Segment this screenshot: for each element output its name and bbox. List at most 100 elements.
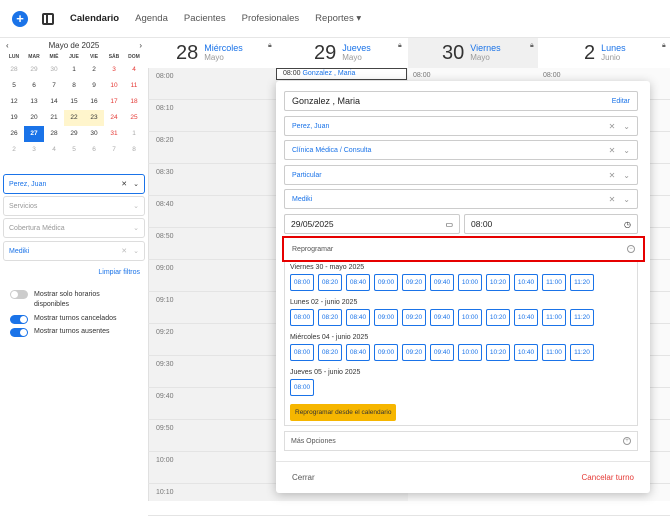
time-slot-button[interactable]: 08:20 <box>318 344 342 361</box>
lock-icon[interactable]: 🔒︎ <box>268 42 272 50</box>
professional-filter[interactable]: Perez, Juan ✕ ⌄ <box>3 174 145 194</box>
time-slot-button[interactable]: 08:00 <box>290 274 314 291</box>
calendar-day[interactable]: 29 <box>24 62 44 78</box>
calendar-day[interactable]: 2 <box>4 142 24 158</box>
reprogram-section-header[interactable]: Reprogramar − <box>282 236 645 262</box>
calendar-day[interactable]: 28 <box>44 126 64 142</box>
calendar-day[interactable]: 23 <box>84 110 104 126</box>
time-input[interactable]: 08:00 ◷ <box>464 214 638 234</box>
time-slot-button[interactable]: 10:00 <box>458 309 482 326</box>
calendar-day[interactable]: 1 <box>64 62 84 78</box>
lock-icon[interactable]: 🔒︎ <box>530 42 534 50</box>
time-slot-button[interactable]: 11:00 <box>542 309 566 326</box>
collapse-icon[interactable]: − <box>627 245 635 253</box>
time-slot-button[interactable]: 10:00 <box>458 274 482 291</box>
calendar-day[interactable]: 15 <box>64 94 84 110</box>
calendar-day[interactable]: 9 <box>84 78 104 94</box>
more-options-section[interactable]: Más Opciones + <box>284 431 638 451</box>
time-slot-button[interactable]: 09:00 <box>374 274 398 291</box>
time-slot-button[interactable]: 11:20 <box>570 309 594 326</box>
time-slot-button[interactable]: 10:40 <box>514 344 538 361</box>
calendar-day[interactable]: 24 <box>104 110 124 126</box>
calendar-day[interactable]: 8 <box>64 78 84 94</box>
nav-reportes[interactable]: Reportes ▾ <box>315 13 361 24</box>
time-slot-button[interactable]: 08:00 <box>290 344 314 361</box>
time-slot-button[interactable]: 09:40 <box>430 274 454 291</box>
calendar-day[interactable]: 27 <box>24 126 44 142</box>
time-slot-button[interactable]: 09:40 <box>430 309 454 326</box>
clear-icon[interactable]: ✕ <box>609 122 616 131</box>
calendar-day[interactable]: 21 <box>44 110 64 126</box>
calendar-day[interactable]: 8 <box>124 142 144 158</box>
calendar-day[interactable]: 2 <box>84 62 104 78</box>
clear-filters-link[interactable]: Limpiar filtros <box>98 269 140 276</box>
toggle-available-only[interactable]: Mostrar solo horarios disponibles <box>10 290 130 310</box>
reprogram-from-calendar-button[interactable]: Reprogramar desde el calendario <box>290 404 397 421</box>
time-slot-button[interactable]: 09:40 <box>430 344 454 361</box>
calendar-day[interactable]: 1 <box>124 126 144 142</box>
calendar-day[interactable]: 6 <box>24 78 44 94</box>
close-button[interactable]: Cerrar <box>292 473 315 482</box>
plan-select[interactable]: Mediki ✕ ⌄ <box>284 189 638 209</box>
calendar-day[interactable]: 5 <box>64 142 84 158</box>
calendar-day[interactable]: 31 <box>104 126 124 142</box>
calendar-day[interactable]: 3 <box>104 62 124 78</box>
calendar-day[interactable]: 22 <box>64 110 84 126</box>
day-header-30[interactable]: 30 Viernes Mayo 🔒︎ <box>408 38 538 68</box>
cancel-appointment-button[interactable]: Cancelar turno <box>582 473 634 482</box>
lock-icon[interactable]: 🔒︎ <box>662 42 666 50</box>
type-select[interactable]: Particular ✕ ⌄ <box>284 165 638 185</box>
calendar-day[interactable]: 30 <box>84 126 104 142</box>
calendar-day[interactable]: 25 <box>124 110 144 126</box>
time-slot-button[interactable]: 08:40 <box>346 344 370 361</box>
day-header-28[interactable]: 28 Miércoles Mayo 🔒︎ <box>148 38 276 68</box>
nav-profesionales[interactable]: Profesionales <box>242 13 300 24</box>
time-slot-button[interactable]: 08:40 <box>346 309 370 326</box>
professional-select[interactable]: Perez, Juan ✕ ⌄ <box>284 116 638 136</box>
calendar-day[interactable]: 6 <box>84 142 104 158</box>
calendar-day[interactable]: 5 <box>4 78 24 94</box>
calendar-day[interactable]: 7 <box>44 78 64 94</box>
time-slot-button[interactable]: 09:00 <box>374 309 398 326</box>
calendar-day[interactable]: 17 <box>104 94 124 110</box>
calendar-day[interactable]: 11 <box>124 78 144 94</box>
calendar-day[interactable]: 7 <box>104 142 124 158</box>
calendar-day[interactable]: 20 <box>24 110 44 126</box>
calendar-icon[interactable]: ▭ <box>445 220 453 229</box>
expand-icon[interactable]: + <box>623 437 631 445</box>
time-slot-button[interactable]: 08:00 <box>290 379 314 396</box>
calendar-day[interactable]: 14 <box>44 94 64 110</box>
time-slot-button[interactable]: 10:20 <box>486 274 510 291</box>
prev-month-button[interactable]: ‹ <box>6 41 9 50</box>
date-input[interactable]: 29/05/2025 ▭ <box>284 214 460 234</box>
edit-link[interactable]: Editar <box>612 98 630 105</box>
time-slot-button[interactable]: 09:20 <box>402 309 426 326</box>
patient-field[interactable]: Gonzalez , Maria Editar <box>284 91 638 111</box>
day-header-29[interactable]: 29 Jueves Mayo 🔒︎ <box>276 38 408 68</box>
clear-icon[interactable]: ✕ <box>609 195 616 204</box>
time-slot-button[interactable]: 10:20 <box>486 309 510 326</box>
nav-pacientes[interactable]: Pacientes <box>184 13 226 24</box>
lock-icon[interactable]: 🔒︎ <box>398 42 402 50</box>
calendar-day[interactable]: 26 <box>4 126 24 142</box>
clear-icon[interactable]: ✕ <box>609 146 616 155</box>
time-slot-button[interactable]: 10:00 <box>458 344 482 361</box>
appointment-chip[interactable]: 08:00 Gonzalez , Maria <box>276 68 407 80</box>
toggle-cancelled[interactable]: Mostrar turnos cancelados <box>10 315 116 324</box>
add-button[interactable]: + <box>12 10 28 27</box>
sidebar-toggle-icon[interactable] <box>42 12 54 25</box>
nav-calendario[interactable]: Calendario <box>70 13 119 24</box>
time-slot-button[interactable]: 11:00 <box>542 344 566 361</box>
clear-icon[interactable]: ✕ <box>121 180 127 188</box>
coverage-filter[interactable]: Cobertura Médica ⌄ <box>3 218 145 238</box>
time-slot-button[interactable]: 11:00 <box>542 274 566 291</box>
time-slot-button[interactable]: 09:20 <box>402 344 426 361</box>
time-slot-button[interactable]: 08:00 <box>290 309 314 326</box>
calendar-day[interactable]: 29 <box>64 126 84 142</box>
calendar-day[interactable]: 12 <box>4 94 24 110</box>
plan-filter[interactable]: Mediki ✕ ⌄ <box>3 241 145 261</box>
clear-icon[interactable]: ✕ <box>121 247 127 255</box>
nav-agenda[interactable]: Agenda <box>135 13 168 24</box>
calendar-day[interactable]: 28 <box>4 62 24 78</box>
clear-icon[interactable]: ✕ <box>609 171 616 180</box>
